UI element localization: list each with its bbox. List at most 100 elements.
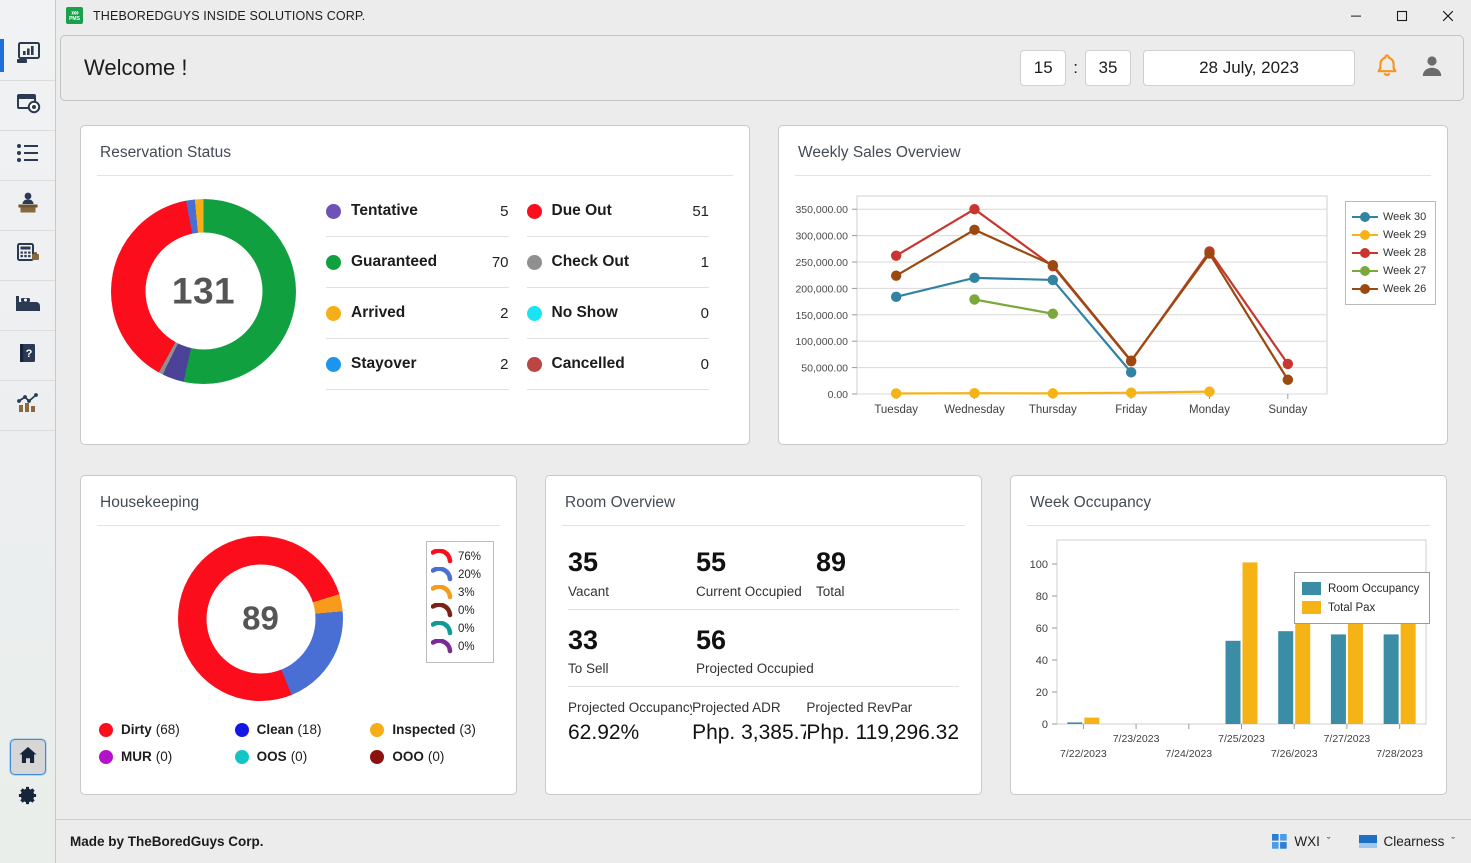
legend-label: Total Pax bbox=[1328, 602, 1375, 614]
housekeeping-status-clean[interactable]: Clean (18) bbox=[235, 722, 371, 737]
sidebar-item-help[interactable]: ? bbox=[0, 331, 55, 381]
legend-item-no-show[interactable]: No Show 0 bbox=[527, 288, 710, 339]
sidebar-items: ? bbox=[0, 31, 55, 431]
sidebar-item-rooms[interactable] bbox=[0, 281, 55, 331]
kpi-label: Projected RevPar bbox=[806, 700, 959, 715]
sidebar-item-reports[interactable] bbox=[0, 381, 55, 431]
arc-swatch-icon bbox=[431, 549, 453, 565]
maximize-button[interactable] bbox=[1379, 0, 1425, 31]
housekeeping-status-ooo[interactable]: OOO (0) bbox=[370, 749, 506, 764]
sidebar-item-reception[interactable] bbox=[0, 181, 55, 231]
metric-projected-occupied: 56 Projected Occupied bbox=[696, 626, 814, 677]
housekeeping-legend-item: 0% bbox=[431, 602, 489, 620]
legend-item-stayover[interactable]: Stayover 2 bbox=[326, 339, 509, 390]
housekeeping-status-dirty[interactable]: Dirty (68) bbox=[99, 722, 235, 737]
legend-value: 2 bbox=[500, 305, 508, 322]
minimize-button[interactable] bbox=[1333, 0, 1379, 31]
data-point bbox=[1126, 387, 1136, 397]
status-dot-icon bbox=[527, 255, 542, 270]
legend-item-week-27[interactable]: Week 27 bbox=[1352, 262, 1426, 280]
theme-selector[interactable]: Clearness ˇ bbox=[1359, 834, 1455, 849]
status-label: Inspected bbox=[392, 722, 455, 737]
close-button[interactable] bbox=[1425, 0, 1471, 31]
y-axis-tick-label: 40 bbox=[1036, 655, 1048, 667]
legend-item-cancelled[interactable]: Cancelled 0 bbox=[527, 339, 710, 390]
housekeeping-legend-item: 0% bbox=[431, 620, 489, 638]
reservation-total: 131 bbox=[172, 270, 235, 312]
minute-input[interactable]: 35 bbox=[1085, 50, 1131, 86]
left-sidebar: ? bbox=[0, 0, 56, 863]
data-point bbox=[1048, 309, 1058, 319]
metric-label: To Sell bbox=[568, 661, 696, 676]
legend-item-total-pax[interactable]: Total Pax bbox=[1302, 598, 1419, 617]
y-axis-tick-label: 20 bbox=[1036, 687, 1048, 699]
footer-credit: Made by TheBoredGuys Corp. bbox=[70, 834, 264, 849]
status-dot-icon bbox=[326, 255, 341, 270]
sidebar-item-list[interactable] bbox=[0, 131, 55, 181]
settings-button[interactable] bbox=[0, 781, 55, 815]
y-axis-tick-label: 50,000.00 bbox=[801, 363, 848, 375]
x-axis-tick-label: 7/23/2023 bbox=[1113, 733, 1160, 745]
notifications-button[interactable] bbox=[1375, 53, 1399, 84]
x-axis-tick-label: 7/22/2023 bbox=[1060, 748, 1107, 760]
y-axis-tick-label: 0 bbox=[1042, 719, 1048, 731]
window-controls bbox=[1333, 0, 1471, 31]
weekly-sales-title: Weekly Sales Overview bbox=[779, 126, 1447, 162]
legend-item-check-out[interactable]: Check Out 1 bbox=[527, 237, 710, 288]
status-dot-icon bbox=[527, 204, 542, 219]
status-label: OOO bbox=[392, 749, 424, 764]
legend-item-week-28[interactable]: Week 28 bbox=[1352, 244, 1426, 262]
series-marker-icon bbox=[1352, 229, 1378, 241]
housekeeping-title: Housekeeping bbox=[81, 476, 516, 512]
legend-item-week-29[interactable]: Week 29 bbox=[1352, 226, 1426, 244]
reservation-donut-wrap: 131 bbox=[81, 184, 326, 390]
footer-controls: WXI ˇ Clearness ˇ bbox=[1244, 834, 1455, 849]
legend-item-room-occupancy[interactable]: Room Occupancy bbox=[1302, 579, 1419, 598]
legend-item-tentative[interactable]: Tentative 5 bbox=[326, 186, 509, 237]
legend-item-due-out[interactable]: Due Out 51 bbox=[527, 186, 710, 237]
data-point bbox=[969, 204, 979, 214]
legend-label: Stayover bbox=[351, 355, 416, 373]
reception-desk-icon bbox=[15, 191, 41, 220]
y-axis-tick-label: 300,000.00 bbox=[795, 231, 848, 243]
y-axis-tick-label: 100 bbox=[1030, 559, 1048, 571]
sidebar-item-dashboard[interactable] bbox=[0, 31, 55, 81]
account-button[interactable] bbox=[1419, 53, 1445, 84]
series-marker-icon bbox=[1352, 247, 1378, 259]
room-overview-card: Room Overview 35 Vacant 55 Current Occup… bbox=[545, 475, 982, 795]
y-axis-tick-label: 250,000.00 bbox=[795, 257, 848, 269]
legend-value: 1 bbox=[701, 254, 709, 271]
legend-label: Tentative bbox=[351, 202, 418, 220]
data-point bbox=[1126, 356, 1136, 366]
housekeeping-status-oos[interactable]: OOS (0) bbox=[235, 749, 371, 764]
app-window: ? bbox=[0, 0, 1471, 863]
legend-item-arrived[interactable]: Arrived 2 bbox=[326, 288, 509, 339]
data-point bbox=[969, 225, 979, 235]
status-dot-icon bbox=[326, 357, 341, 372]
housekeeping-status-inspected[interactable]: Inspected (3) bbox=[370, 722, 506, 737]
metric-value: 55 bbox=[696, 548, 816, 578]
date-input[interactable]: 28 July, 2023 bbox=[1143, 50, 1355, 86]
hour-input[interactable]: 15 bbox=[1020, 50, 1066, 86]
theme-engine-selector[interactable]: WXI ˇ bbox=[1272, 834, 1330, 849]
data-point bbox=[1204, 386, 1214, 396]
status-label: OOS bbox=[257, 749, 287, 764]
home-button[interactable] bbox=[10, 739, 46, 775]
metric-label: Projected Occupied bbox=[696, 661, 814, 676]
week-occupancy-chart[interactable]: 0204060801007/22/20237/23/20237/24/20237… bbox=[1011, 526, 1448, 786]
housekeeping-total: 89 bbox=[242, 600, 279, 638]
housekeeping-status-mur[interactable]: MUR (0) bbox=[99, 749, 235, 764]
legend-label: Room Occupancy bbox=[1328, 583, 1419, 595]
app-logo-pms: PMS bbox=[69, 16, 80, 22]
legend-item-guaranteed[interactable]: Guaranteed 70 bbox=[326, 237, 509, 288]
sidebar-item-accounting[interactable] bbox=[0, 231, 55, 281]
data-point bbox=[969, 294, 979, 304]
metric-label: Current Occupied bbox=[696, 584, 816, 599]
legend-item-week-30[interactable]: Week 30 bbox=[1352, 208, 1426, 226]
home-icon bbox=[18, 745, 38, 770]
legend-item-week-26[interactable]: Week 26 bbox=[1352, 280, 1426, 298]
sidebar-item-front-desk[interactable] bbox=[0, 81, 55, 131]
room-overview-title: Room Overview bbox=[546, 476, 981, 512]
y-axis-tick-label: 200,000.00 bbox=[795, 283, 848, 295]
arc-swatch-icon bbox=[431, 567, 453, 583]
